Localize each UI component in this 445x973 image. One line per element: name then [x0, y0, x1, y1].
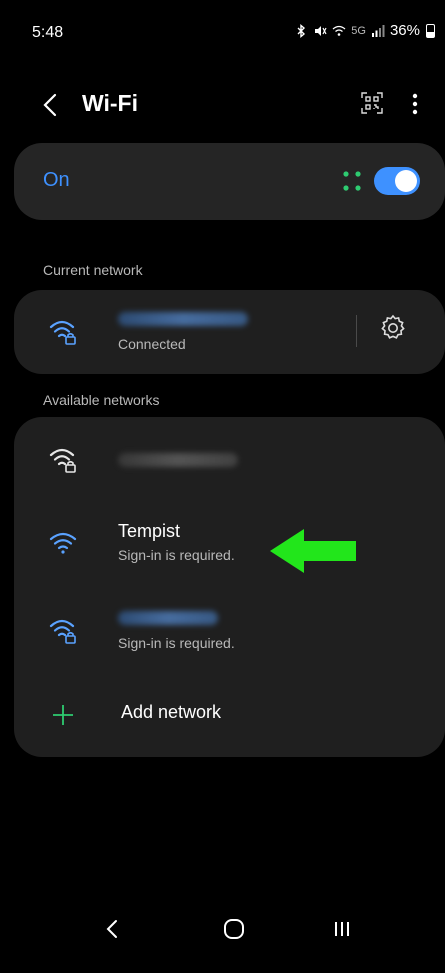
app-header: Wi-Fi [0, 80, 445, 128]
gear-icon [381, 314, 405, 339]
annotation-arrow-icon [270, 529, 356, 573]
network-status: Sign-in is required. [118, 635, 235, 651]
intelligent-wifi-icon[interactable] [341, 168, 363, 194]
wifi-toggle-switch[interactable] [374, 167, 420, 195]
plus-icon [53, 705, 73, 725]
nav-back-icon [106, 920, 117, 938]
nav-home-icon [224, 919, 244, 939]
status-bar: 5:48 5G 36% [0, 0, 445, 56]
battery-icon [426, 23, 435, 38]
network-settings-button[interactable] [378, 313, 408, 343]
current-network-status: Connected [118, 336, 186, 352]
wifi-icon [49, 532, 77, 554]
current-network-heading: Current network [43, 262, 143, 278]
add-network-button[interactable]: Add network [121, 702, 221, 723]
nav-recents-icon [335, 922, 349, 936]
current-network-card[interactable]: Connected [14, 290, 445, 374]
wifi-lock-icon [49, 619, 76, 644]
page-title: Wi-Fi [82, 90, 138, 116]
status-time: 5:48 [32, 24, 64, 41]
back-button[interactable] [38, 92, 64, 118]
battery-percent: 36% [389, 22, 420, 39]
network-status: Sign-in is required. [118, 547, 235, 563]
qr-code-icon [361, 92, 383, 114]
available-networks-card: Tempist Sign-in is required. Sign-in is … [14, 417, 445, 757]
network-item[interactable]: Sign-in is required. [14, 589, 445, 674]
available-networks-heading: Available networks [43, 392, 160, 408]
wifi-toggle-card[interactable]: On [14, 143, 445, 220]
current-network-name-redacted [118, 312, 248, 326]
mute-icon [315, 25, 327, 36]
network-type: 5G [351, 24, 366, 37]
wifi-status-icon [332, 25, 346, 36]
qr-code-button[interactable] [360, 91, 384, 115]
wifi-toggle-label: On [43, 169, 70, 191]
nav-home-button[interactable] [219, 914, 249, 944]
wifi-lock-icon [49, 448, 76, 473]
signal-icon [371, 24, 385, 37]
more-options-button[interactable] [405, 91, 425, 117]
divider [356, 315, 357, 347]
network-name: Tempist [118, 521, 181, 541]
toggle-knob [395, 170, 417, 192]
nav-back-button[interactable] [97, 914, 127, 944]
more-vertical-icon [412, 93, 418, 115]
network-name-redacted [118, 453, 238, 467]
chevron-left-icon [43, 93, 57, 117]
wifi-lock-icon [49, 320, 76, 345]
nav-recents-button[interactable] [327, 914, 357, 944]
network-item[interactable]: Tempist Sign-in is required. [14, 505, 445, 585]
status-icons: 5G 36% [294, 22, 435, 39]
navigation-bar [0, 900, 445, 973]
network-item[interactable] [14, 417, 445, 502]
network-name-redacted [118, 611, 218, 625]
bluetooth-icon [297, 23, 306, 38]
